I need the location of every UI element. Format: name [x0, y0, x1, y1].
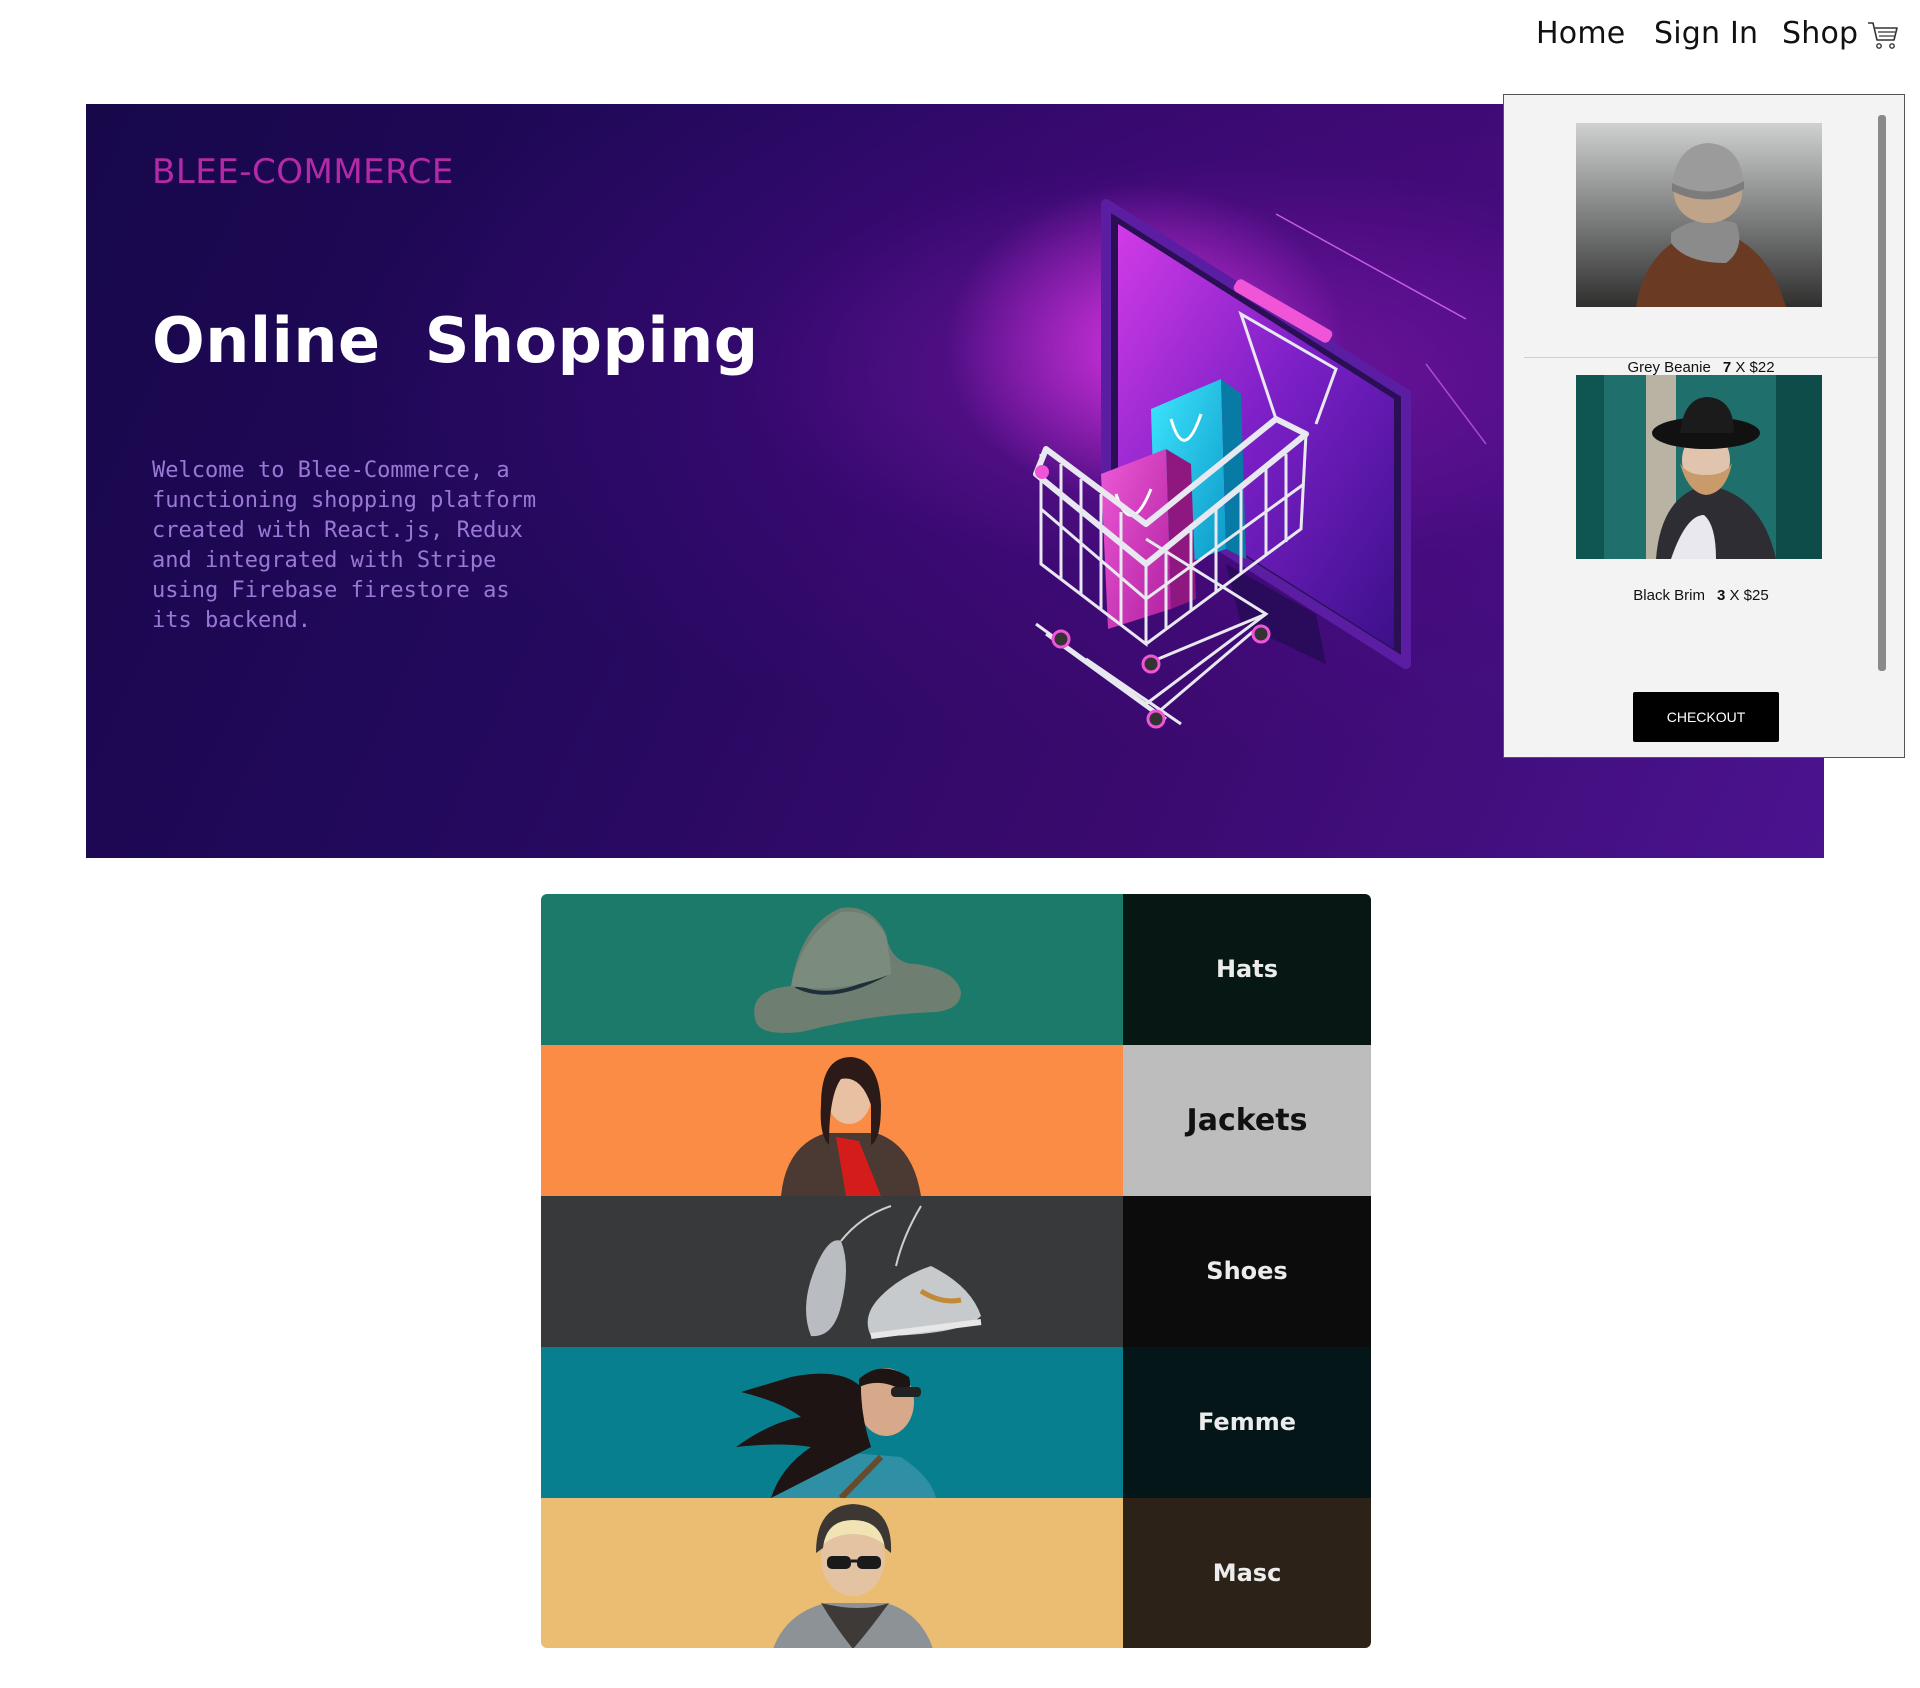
cart-item-quantity: 3	[1716, 587, 1726, 604]
femme-image	[541, 1347, 1123, 1498]
category-shoes[interactable]: Shoes	[541, 1196, 1371, 1347]
nav-signin-link[interactable]: Sign In	[1654, 16, 1758, 51]
cart-item-times: X	[1735, 359, 1746, 376]
jackets-image	[541, 1045, 1123, 1196]
cart-item-name: Black Brim	[1633, 587, 1705, 604]
grey-beanie-image	[1576, 123, 1822, 307]
category-label: Shoes	[1206, 1257, 1288, 1285]
cart-item: Grey Beanie 7 X $22	[1524, 95, 1878, 376]
category-label-box: Hats	[1123, 894, 1371, 1045]
category-hats[interactable]: Hats	[541, 894, 1371, 1045]
hero-description: Welcome to Blee-Commerce, a functioning …	[152, 458, 537, 633]
category-directory: Hats Jackets Shoes Femme Masc	[541, 894, 1371, 1648]
shoes-image	[541, 1196, 1123, 1347]
nav-home-link[interactable]: Home	[1536, 16, 1625, 51]
shopping-cart-illustration	[946, 184, 1487, 729]
masc-image	[541, 1498, 1123, 1648]
cart-scrollbar[interactable]	[1878, 115, 1886, 671]
cart-item-text: Black Brim 3 X $25	[1524, 587, 1878, 604]
category-label-box: Masc	[1123, 1498, 1371, 1648]
top-nav: Home Sign In Shop	[0, 0, 1920, 80]
cart-dropdown: Grey Beanie 7 X $22 Black Brim 3 X $25 CHE…	[1503, 94, 1905, 758]
cart-item-name: Grey Beanie	[1627, 359, 1711, 376]
category-label-box: Femme	[1123, 1347, 1371, 1498]
category-masc[interactable]: Masc	[541, 1498, 1371, 1648]
category-label-box: Jackets	[1123, 1045, 1371, 1196]
black-brim-image	[1576, 375, 1822, 559]
category-label: Femme	[1198, 1408, 1296, 1436]
cart-item: Black Brim 3 X $25	[1524, 375, 1878, 637]
cart-item-times: X	[1729, 587, 1740, 604]
hats-image	[541, 894, 1123, 1045]
category-femme[interactable]: Femme	[541, 1347, 1371, 1498]
cart-item-price: $25	[1743, 587, 1769, 604]
hero-title: Online Shopping	[152, 304, 759, 377]
category-label: Hats	[1215, 955, 1279, 983]
nav-shop-link[interactable]: Shop	[1782, 16, 1858, 51]
category-label: Masc	[1212, 1559, 1282, 1587]
category-label-box: Shoes	[1123, 1196, 1371, 1347]
checkout-button[interactable]: CHECKOUT	[1633, 692, 1779, 742]
brand-logo-text[interactable]: BLEE-COMMERCE	[152, 152, 454, 192]
category-jackets[interactable]: Jackets	[541, 1045, 1371, 1196]
category-label: Jackets	[1186, 1103, 1308, 1138]
shopping-cart-icon[interactable]	[1866, 18, 1900, 52]
cart-item-price: $22	[1749, 359, 1775, 376]
cart-item-quantity: 7	[1722, 359, 1732, 376]
cart-item-text: Grey Beanie 7 X $22	[1524, 359, 1878, 376]
